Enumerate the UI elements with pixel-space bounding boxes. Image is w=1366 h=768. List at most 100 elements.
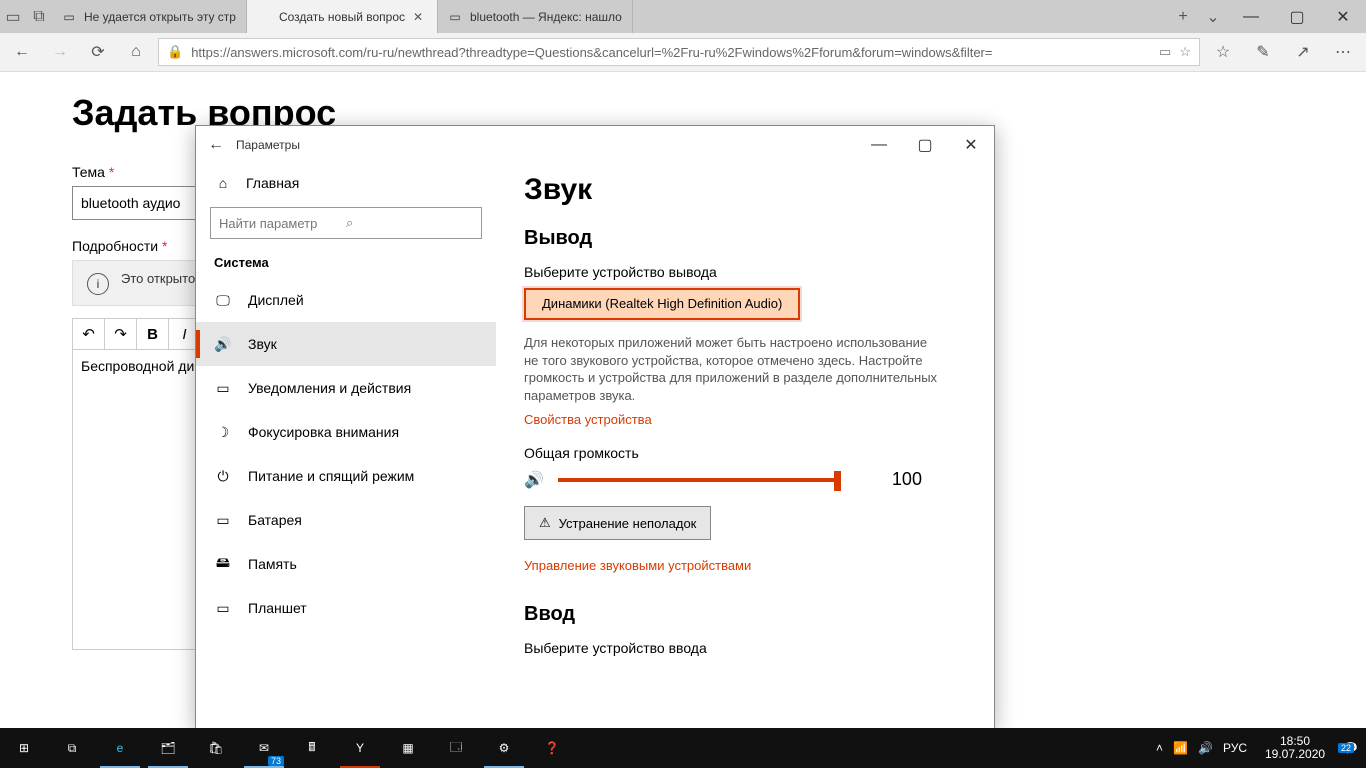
device-properties-link[interactable]: Свойства устройства xyxy=(524,412,966,427)
tab-1[interactable]: Создать новый вопрос ✕ xyxy=(247,0,438,33)
taskbar-store[interactable]: 🛍 xyxy=(192,728,240,768)
volume-label: Общая громкость xyxy=(524,445,966,461)
back-icon[interactable]: ← xyxy=(196,136,236,154)
close-window-button[interactable]: ✕ xyxy=(1320,0,1366,33)
set-aside-icon[interactable]: ⧉ xyxy=(30,8,48,26)
favorites-icon[interactable]: ☆ xyxy=(1206,36,1240,68)
taskbar-settings[interactable]: ⚙ xyxy=(480,728,528,768)
tray-volume-icon[interactable]: 🔊 xyxy=(1198,741,1213,755)
notification-badge: 22 xyxy=(1338,743,1354,753)
sidebar-item-label: Дисплей xyxy=(248,292,304,308)
sidebar-category: Система xyxy=(196,255,496,278)
tab-label: Не удается открыть эту стр xyxy=(84,10,236,24)
power-icon: ⏻ xyxy=(214,468,232,485)
settings-search[interactable]: Найти параметр ⌕ xyxy=(210,207,482,239)
undo-button[interactable]: ↶ xyxy=(73,319,105,349)
tab-0[interactable]: ▭ Не удается открыть эту стр xyxy=(52,0,247,33)
minimize-button[interactable]: — xyxy=(1228,0,1274,33)
taskbar-mail[interactable]: ✉73 xyxy=(240,728,288,768)
sidebar-home[interactable]: ⌂ Главная xyxy=(196,163,496,203)
output-device-dropdown[interactable]: Динамики (Realtek High Definition Audio) xyxy=(524,288,800,320)
settings-more-icon[interactable]: ⋯ xyxy=(1326,36,1360,68)
redo-button[interactable]: ↷ xyxy=(105,319,137,349)
url-text: https://answers.microsoft.com/ru-ru/newt… xyxy=(191,45,1151,60)
notes-icon[interactable]: ✎ xyxy=(1246,36,1280,68)
clock[interactable]: 18:50 19.07.2020 xyxy=(1257,735,1333,761)
battery-icon: ▭ xyxy=(214,512,232,529)
tab-menu-icon[interactable]: ⌄ xyxy=(1198,0,1228,33)
page-icon: ▭ xyxy=(448,10,462,24)
input-heading: Ввод xyxy=(524,603,966,626)
sidebar-item-label: Питание и спящий режим xyxy=(248,468,414,484)
troubleshoot-label: Устранение неполадок xyxy=(559,516,697,531)
sidebar-item-focus[interactable]: ☽ Фокусировка внимания xyxy=(196,410,496,454)
refresh-button[interactable]: ⟳ xyxy=(82,36,114,68)
home-button[interactable]: ⌂ xyxy=(120,36,152,68)
settings-page-title: Звук xyxy=(524,173,966,207)
new-tab-button[interactable]: + xyxy=(1168,0,1198,33)
taskbar-explorer[interactable]: 🗂 xyxy=(144,728,192,768)
taskbar-edge[interactable]: e xyxy=(96,728,144,768)
sidebar-item-tablet[interactable]: ▭ Планшет xyxy=(196,586,496,630)
close-tab-icon[interactable]: ✕ xyxy=(413,10,427,24)
output-description: Для некоторых приложений может быть наст… xyxy=(524,334,944,404)
volume-icon[interactable]: 🔊 xyxy=(524,470,544,490)
output-device-label: Выберите устройство вывода xyxy=(524,264,966,280)
settings-sidebar: ⌂ Главная Найти параметр ⌕ Система 🖵 Дисп… xyxy=(196,163,496,728)
volume-slider[interactable] xyxy=(558,478,838,482)
share-icon[interactable]: ↗ xyxy=(1286,36,1320,68)
sidebar-item-display[interactable]: 🖵 Дисплей xyxy=(196,278,496,322)
sidebar-item-label: Планшет xyxy=(248,600,307,616)
tab-2[interactable]: ▭ bluetooth — Яндекс: нашло xyxy=(438,0,633,33)
taskbar-app2[interactable]: 🗔 xyxy=(432,728,480,768)
settings-close-button[interactable]: ✕ xyxy=(948,130,994,160)
back-button[interactable]: ← xyxy=(6,36,38,68)
system-tray: ˄ 📶 🔊 РУС 18:50 19.07.2020 💬22 xyxy=(1156,735,1366,761)
page-icon: ▭ xyxy=(62,10,76,24)
sidebar-item-notifications[interactable]: ▭Уведомления и действия xyxy=(196,366,496,410)
notification-icon: ▭ xyxy=(214,380,232,397)
tray-chevron-icon[interactable]: ˄ xyxy=(1156,741,1163,755)
tablet-icon: ▭ xyxy=(214,600,232,617)
sidebar-item-power[interactable]: ⏻ Питание и спящий режим xyxy=(196,454,496,498)
settings-minimize-button[interactable]: — xyxy=(856,130,902,160)
taskbar-calculator[interactable]: 🖩 xyxy=(288,728,336,768)
sidebar-home-label: Главная xyxy=(246,175,299,191)
language-indicator[interactable]: РУС xyxy=(1223,741,1247,755)
lock-icon: 🔒 xyxy=(167,44,183,60)
taskbar-help[interactable]: ❓ xyxy=(528,728,576,768)
moon-icon: ☽ xyxy=(214,424,232,441)
maximize-button[interactable]: ▢ xyxy=(1274,0,1320,33)
task-view-button[interactable]: ⧉ xyxy=(48,728,96,768)
sidebar-item-battery[interactable]: ▭ Батарея xyxy=(196,498,496,542)
bold-button[interactable]: B xyxy=(137,319,169,349)
taskbar-app[interactable]: ▦ xyxy=(384,728,432,768)
search-placeholder: Найти параметр xyxy=(219,216,346,231)
reading-view-icon[interactable]: ▭ xyxy=(1159,44,1171,60)
sidebar-item-label: Память xyxy=(248,556,297,572)
wifi-icon[interactable]: 📶 xyxy=(1173,741,1188,755)
sidebar-item-storage[interactable]: 🖴Память xyxy=(196,542,496,586)
settings-maximize-button[interactable]: ▢ xyxy=(902,130,948,160)
info-icon: i xyxy=(87,273,109,295)
tabs-overview-icon[interactable]: ▭ xyxy=(4,8,22,26)
favorite-star-icon[interactable]: ☆ xyxy=(1179,44,1191,60)
home-icon: ⌂ xyxy=(214,175,232,191)
settings-main: Звук Вывод Выберите устройство вывода Ди… xyxy=(496,163,994,728)
display-icon: 🖵 xyxy=(214,292,232,309)
sidebar-item-sound[interactable]: 🔊Звук xyxy=(196,322,496,366)
troubleshoot-button[interactable]: ⚠Устранение неполадок xyxy=(524,506,711,540)
sidebar-item-label: Фокусировка внимания xyxy=(248,424,399,440)
action-center-icon[interactable]: 💬22 xyxy=(1343,741,1358,755)
taskbar-yandex[interactable]: Y xyxy=(336,728,384,768)
settings-window: ← Параметры — ▢ ✕ ⌂ Главная Найти параме… xyxy=(195,125,995,729)
browser-titlebar: ▭ ⧉ ▭ Не удается открыть эту стр Создать… xyxy=(0,0,1366,33)
sidebar-item-label: Звук xyxy=(248,336,277,352)
start-button[interactable]: ⊞ xyxy=(0,728,48,768)
manage-devices-link[interactable]: Управление звуковыми устройствами xyxy=(524,558,966,573)
url-box[interactable]: 🔒 https://answers.microsoft.com/ru-ru/ne… xyxy=(158,38,1200,66)
sidebar-item-label: Батарея xyxy=(248,512,302,528)
input-device-label: Выберите устройство ввода xyxy=(524,640,966,656)
slider-thumb[interactable] xyxy=(834,471,841,491)
microsoft-icon xyxy=(257,10,271,24)
